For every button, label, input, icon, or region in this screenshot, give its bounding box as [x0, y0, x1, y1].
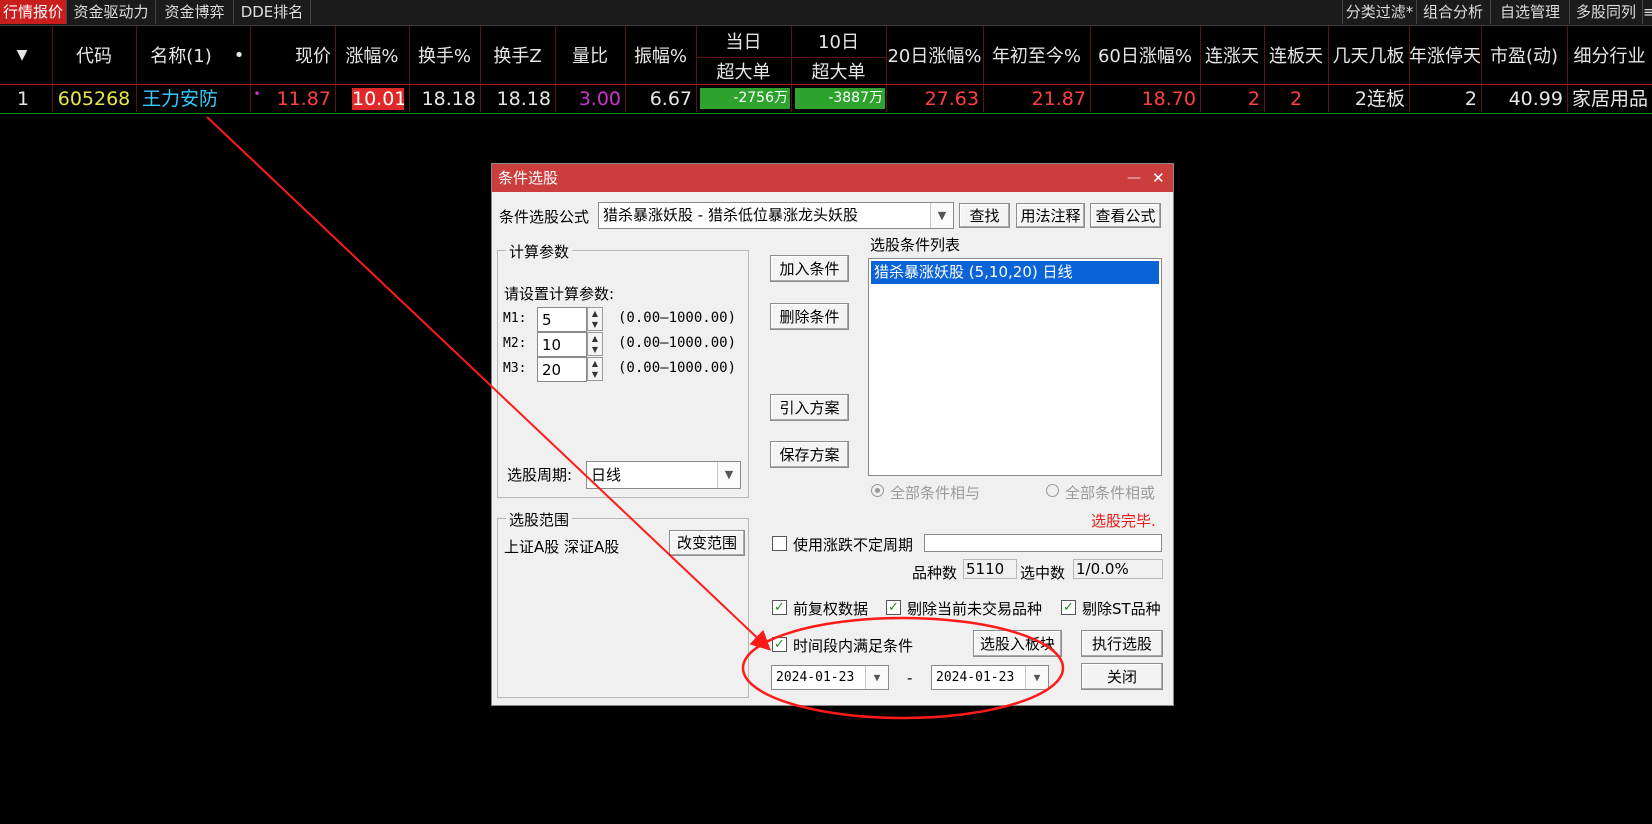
annotation-arrow: [206, 116, 771, 651]
annotation-ellipse: [741, 616, 1065, 720]
annotation-overlay: [206, 116, 1065, 720]
